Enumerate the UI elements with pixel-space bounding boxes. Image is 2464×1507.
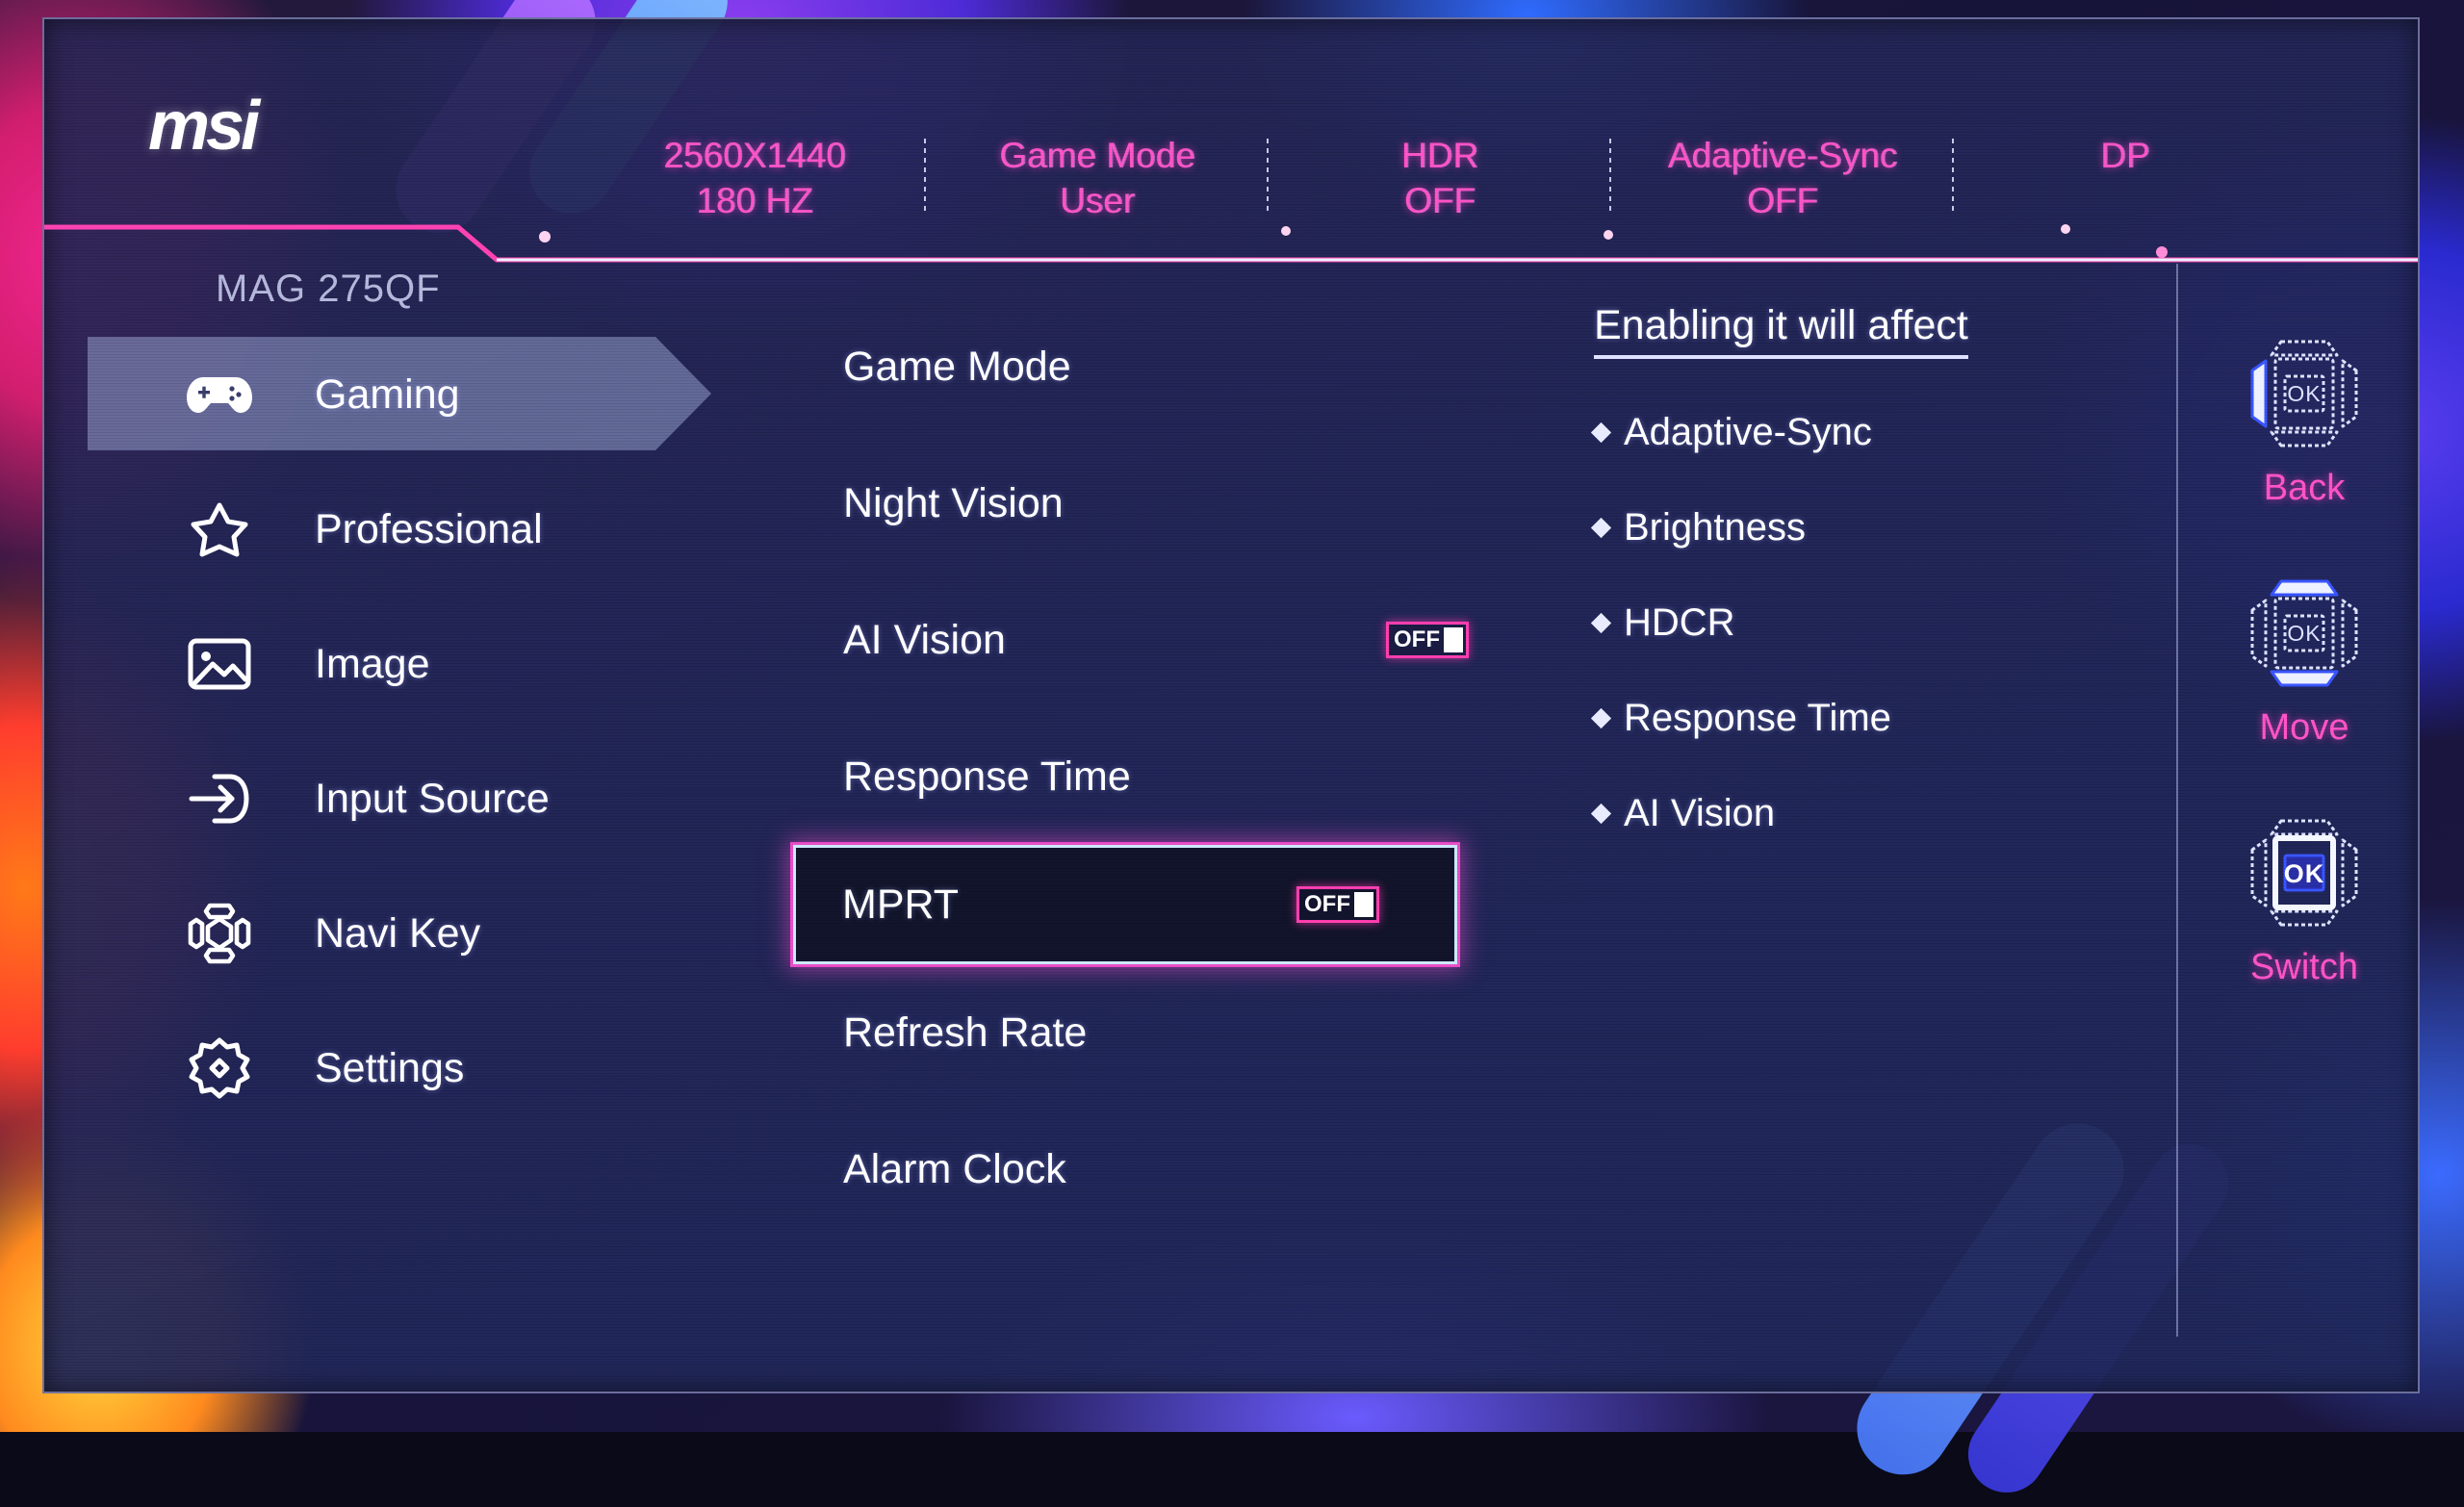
info-item-label: Response Time: [1624, 697, 1891, 740]
status-hdr-value: OFF: [1269, 178, 1611, 223]
header-divider: [44, 221, 2418, 264]
bullet-diamond-icon: [1591, 708, 1611, 728]
nav-hint-label: Switch: [2193, 947, 2416, 988]
status-input-label: DP: [1954, 133, 2297, 178]
svg-text:OK: OK: [2287, 381, 2321, 406]
sidebar-item-label: Navi Key: [315, 910, 480, 958]
nav-hints-separator: [2176, 264, 2178, 1337]
menu-item-label: Night Vision: [843, 480, 1064, 527]
osd-panel: msi 2560X1440 180 HZ Game Mode User HDR …: [42, 17, 2420, 1393]
toggle-state-label: OFF: [1389, 628, 1440, 651]
menu-item-label: Response Time: [843, 754, 1131, 801]
info-item-label: HDCR: [1624, 601, 1735, 645]
toggle-knob: [1354, 892, 1373, 917]
info-item-label: Adaptive-Sync: [1624, 411, 1872, 454]
star-icon: [184, 494, 255, 565]
menu-item-alarm-clock[interactable]: Alarm Clock: [785, 1101, 1575, 1238]
sidebar-item-image[interactable]: Image: [44, 597, 776, 731]
svg-text:OK: OK: [2284, 859, 2325, 888]
menu-item-refresh-rate[interactable]: Refresh Rate: [785, 964, 1575, 1101]
status-input: DP: [1954, 133, 2297, 178]
nav-hint-switch[interactable]: OK Switch: [2193, 801, 2416, 988]
toggle-state-label: OFF: [1299, 893, 1350, 916]
menu-item-mprt[interactable]: MPRT OFF: [793, 845, 1457, 964]
bullet-diamond-icon: [1591, 422, 1611, 443]
bullet-diamond-icon: [1591, 804, 1611, 824]
osd-header: msi 2560X1440 180 HZ Game Mode User HDR …: [44, 19, 2418, 223]
sidebar-item-input-source[interactable]: Input Source: [44, 731, 776, 866]
menu-list: Game Mode Night Vision AI Vision OFF Res…: [785, 298, 1575, 1238]
picture-icon: [184, 628, 255, 700]
gear-icon: [184, 1033, 255, 1104]
sidebar-item-gaming[interactable]: Gaming: [44, 327, 776, 462]
sidebar-item-label: Input Source: [315, 776, 550, 823]
menu-item-label: Refresh Rate: [843, 1009, 1087, 1057]
info-panel: Enabling it will affect Adaptive-Sync Br…: [1594, 302, 2191, 835]
info-panel-title: Enabling it will affect: [1594, 302, 1968, 359]
nav-hint-back[interactable]: OK Back: [2193, 321, 2416, 509]
nav-hint-move[interactable]: OK Move: [2193, 561, 2416, 749]
status-resolution-value: 180 HZ: [583, 178, 926, 223]
status-game-mode-label: Game Mode: [926, 133, 1269, 178]
menu-item-response-time[interactable]: Response Time: [785, 708, 1575, 845]
sidebar-item-settings[interactable]: Settings: [44, 1001, 776, 1136]
ai-vision-toggle[interactable]: OFF: [1386, 622, 1469, 658]
info-item-label: Brightness: [1624, 506, 1806, 549]
input-arrow-icon: [184, 763, 255, 834]
status-game-mode: Game Mode User: [926, 133, 1269, 223]
status-adaptive-sync-value: OFF: [1611, 178, 1954, 223]
joystick-left-icon: OK: [2193, 321, 2416, 466]
info-list-item: HDCR: [1594, 601, 2191, 645]
status-hdr: HDR OFF: [1269, 133, 1611, 223]
status-resolution-label: 2560X1440: [583, 133, 926, 178]
status-bar: 2560X1440 180 HZ Game Mode User HDR OFF …: [583, 133, 2297, 221]
toggle-knob: [1444, 627, 1463, 652]
dpad-icon: [184, 898, 255, 969]
sidebar-item-label: Image: [315, 641, 430, 688]
status-hdr-label: HDR: [1269, 133, 1611, 178]
sidebar-item-label: Gaming: [315, 371, 460, 419]
status-adaptive-sync-label: Adaptive-Sync: [1611, 133, 1954, 178]
nav-hint-label: Move: [2193, 707, 2416, 749]
info-list-item: AI Vision: [1594, 792, 2191, 835]
sidebar-item-label: Settings: [315, 1045, 464, 1092]
menu-item-label: MPRT: [842, 881, 959, 929]
menu-item-label: Alarm Clock: [843, 1146, 1066, 1193]
sidebar: Gaming Professional Im: [44, 327, 776, 1136]
sidebar-item-navi-key[interactable]: Navi Key: [44, 866, 776, 1001]
bullet-diamond-icon: [1591, 613, 1611, 633]
menu-item-game-mode[interactable]: Game Mode: [785, 298, 1575, 435]
nav-hints: OK Back OK Move: [2193, 321, 2416, 1040]
osd-body: Gaming Professional Im: [44, 264, 2418, 1392]
info-list-item: Brightness: [1594, 506, 2191, 549]
menu-item-label: AI Vision: [843, 617, 1006, 664]
menu-item-ai-vision[interactable]: AI Vision OFF: [785, 572, 1575, 708]
bullet-diamond-icon: [1591, 518, 1611, 538]
sidebar-item-label: Professional: [315, 506, 543, 553]
menu-item-label: Game Mode: [843, 344, 1071, 391]
msi-logo: msi: [148, 87, 256, 166]
joystick-updown-icon: OK: [2193, 561, 2416, 705]
mprt-toggle[interactable]: OFF: [1296, 886, 1379, 923]
status-resolution: 2560X1440 180 HZ: [583, 133, 926, 223]
info-list-item: Adaptive-Sync: [1594, 411, 2191, 454]
sidebar-item-professional[interactable]: Professional: [44, 462, 776, 597]
gamepad-icon: [184, 359, 255, 430]
info-item-label: AI Vision: [1624, 792, 1775, 835]
status-adaptive-sync: Adaptive-Sync OFF: [1611, 133, 1954, 223]
svg-text:OK: OK: [2287, 621, 2321, 646]
nav-hint-label: Back: [2193, 468, 2416, 509]
joystick-press-icon: OK: [2193, 801, 2416, 945]
info-list-item: Response Time: [1594, 697, 2191, 740]
menu-item-night-vision[interactable]: Night Vision: [785, 435, 1575, 572]
status-game-mode-value: User: [926, 178, 1269, 223]
